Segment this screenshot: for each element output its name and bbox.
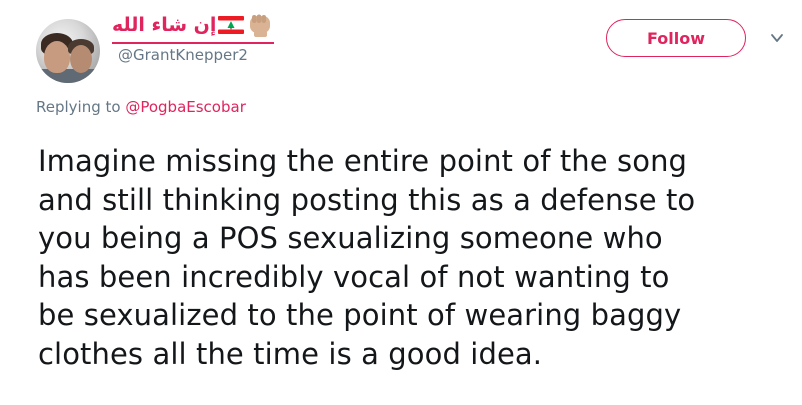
replying-to: Replying to @PogbaEscobar [36, 98, 246, 116]
reply-mention-link[interactable]: @PogbaEscobar [125, 98, 246, 116]
tweet-line: has been incredibly vocal of not wanting… [38, 259, 670, 294]
follow-button[interactable]: Follow [606, 19, 746, 57]
tweet-line: Imagine missing the entire point of the … [38, 144, 688, 178]
tweet-line: clothes all the time is a good idea. [38, 336, 543, 371]
replying-to-prefix: Replying to [36, 98, 126, 116]
tweet-line: you being a POS sexualizing someone who [38, 221, 663, 255]
display-name: إن شاء الله [112, 14, 217, 36]
avatar[interactable] [36, 19, 100, 83]
lebanon-flag-icon [218, 16, 245, 34]
display-name-link[interactable]: إن شاء الله [112, 8, 275, 44]
raised-fist-icon [250, 14, 271, 37]
chevron-down-icon[interactable] [770, 32, 784, 44]
user-handle[interactable]: @GrantKnepper2 [118, 46, 248, 64]
tweet-text: Imagine missing the entire point of the … [38, 142, 790, 373]
tweet-line: and still thinking posting this as a def… [38, 182, 696, 217]
tweet-line: be sexualized to the point of wearing ba… [38, 298, 682, 332]
